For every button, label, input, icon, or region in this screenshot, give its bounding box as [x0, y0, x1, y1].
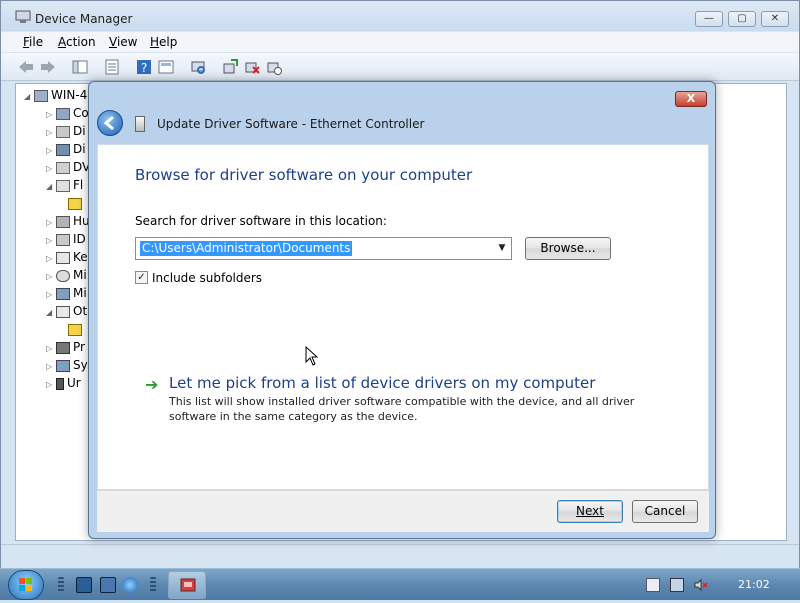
- processor-icon: [56, 341, 70, 354]
- tree-item[interactable]: ▷ Mi: [46, 268, 87, 282]
- tree-item[interactable]: ▷ Di: [46, 124, 86, 138]
- include-subfolders-checkbox[interactable]: ✓: [135, 271, 148, 284]
- menu-file[interactable]: File: [23, 35, 43, 49]
- mouse-icon: [56, 269, 70, 282]
- update-driver-icon[interactable]: [221, 58, 239, 76]
- menu-help[interactable]: Help: [150, 35, 177, 49]
- warning-icon: [68, 197, 82, 210]
- search-location-label: Search for driver software in this locat…: [135, 214, 387, 228]
- monitor-icon: [56, 287, 70, 300]
- tree-item[interactable]: ▷ Co: [46, 106, 89, 120]
- computer-icon: [56, 107, 70, 120]
- internet-explorer-icon[interactable]: [122, 577, 138, 593]
- tree-item[interactable]: ▷ Ke: [46, 250, 88, 264]
- minimize-button[interactable]: —: [695, 11, 723, 27]
- other-devices-icon: [56, 305, 70, 318]
- dialog-title: Update Driver Software - Ethernet Contro…: [157, 117, 425, 131]
- dialog-header: Update Driver Software - Ethernet Contro…: [97, 110, 709, 142]
- show-hide-tree-icon[interactable]: [71, 58, 89, 76]
- usb-icon: [56, 377, 64, 390]
- tree-item[interactable]: ◢ Ot: [46, 304, 87, 318]
- pick-from-list-description: This list will show installed driver sof…: [169, 395, 635, 423]
- back-button[interactable]: [97, 110, 123, 136]
- menu-view[interactable]: View: [109, 35, 137, 49]
- disable-device-icon[interactable]: [265, 58, 283, 76]
- windows-logo-icon: [19, 578, 32, 591]
- window-title: Device Manager: [35, 12, 133, 26]
- pick-from-list-link[interactable]: Let me pick from a list of device driver…: [169, 374, 595, 392]
- forward-arrow-icon[interactable]: [39, 58, 57, 76]
- taskbar-grip: [58, 577, 64, 593]
- mouse-cursor-icon: [305, 346, 319, 366]
- include-subfolders-label[interactable]: Include subfolders: [152, 271, 262, 285]
- ide-controller-icon: [56, 233, 70, 246]
- next-button[interactable]: Next: [557, 500, 623, 523]
- title-bar[interactable]: Device Manager — ▢ ✕: [1, 1, 799, 31]
- tree-item[interactable]: ▷ ID: [46, 232, 86, 246]
- tree-item[interactable]: ▷ Sy: [46, 358, 88, 372]
- browse-button[interactable]: Browse...: [525, 237, 611, 260]
- green-arrow-icon: ➔: [145, 375, 159, 394]
- help-icon[interactable]: ?: [135, 58, 153, 76]
- tree-item-warning[interactable]: [68, 196, 85, 210]
- dropdown-arrow-icon[interactable]: ▼: [495, 241, 509, 256]
- dialog-body: Browse for driver software on your compu…: [97, 144, 709, 490]
- back-arrow-icon[interactable]: [17, 58, 35, 76]
- device-manager-icon: [15, 10, 31, 23]
- status-bar: [1, 544, 799, 568]
- collapse-icon[interactable]: ◢: [24, 92, 34, 101]
- dialog-footer: Next Cancel: [97, 490, 709, 532]
- show-desktop-icon[interactable]: [76, 577, 92, 593]
- dvd-drive-icon: [56, 161, 70, 174]
- tree-item[interactable]: ▷ DV: [46, 160, 90, 174]
- tree-item[interactable]: ▷ Di: [46, 142, 86, 156]
- view-icon[interactable]: [157, 58, 175, 76]
- toolbar: ?: [1, 53, 799, 81]
- taskbar-grip: [150, 577, 156, 593]
- dialog-close-button[interactable]: X: [675, 91, 707, 107]
- system-devices-icon: [56, 359, 70, 372]
- properties-icon[interactable]: [103, 58, 121, 76]
- computer-icon: [34, 89, 48, 102]
- clock[interactable]: 21:02: [738, 578, 770, 591]
- display-adapter-icon: [56, 143, 70, 156]
- page-heading: Browse for driver software on your compu…: [135, 166, 473, 184]
- warning-icon: [68, 323, 82, 336]
- start-button[interactable]: [8, 570, 44, 600]
- back-arrow-icon: [103, 115, 114, 131]
- svg-text:?: ?: [141, 61, 147, 75]
- tree-item[interactable]: ◢ Fl: [46, 178, 83, 192]
- tree-item[interactable]: ▷ Pr: [46, 340, 85, 354]
- tree-item[interactable]: ▷ Mi: [46, 286, 87, 300]
- search-path-value[interactable]: C:\Users\Administrator\Documents: [140, 241, 353, 256]
- scan-hardware-icon[interactable]: [189, 58, 207, 76]
- search-path-combobox[interactable]: C:\Users\Administrator\Documents ▼: [135, 237, 512, 260]
- volume-muted-icon[interactable]: [694, 578, 708, 592]
- tree-root[interactable]: ◢ WIN-4: [24, 88, 87, 102]
- uninstall-icon[interactable]: [243, 58, 261, 76]
- device-icon: [135, 116, 145, 132]
- keyboard-icon: [56, 251, 70, 264]
- action-center-icon[interactable]: [646, 578, 660, 592]
- disk-drive-icon: [56, 125, 70, 138]
- taskbar-device-manager[interactable]: [168, 571, 206, 599]
- maximize-button[interactable]: ▢: [728, 11, 756, 27]
- tree-item[interactable]: ▷ Hu: [46, 214, 90, 228]
- tree-item-warning[interactable]: [68, 322, 85, 336]
- menu-action[interactable]: Action: [58, 35, 96, 49]
- close-window-button[interactable]: ✕: [761, 11, 789, 27]
- update-driver-dialog: X Update Driver Software - Ethernet Cont…: [88, 81, 716, 539]
- network-icon[interactable]: [670, 578, 684, 592]
- hid-icon: [56, 215, 70, 228]
- taskbar: 21:02: [0, 568, 800, 600]
- device-manager-icon: [180, 578, 196, 592]
- menu-bar: File Action View Help: [1, 32, 799, 52]
- cancel-button[interactable]: Cancel: [632, 500, 698, 523]
- switch-windows-icon[interactable]: [100, 577, 116, 593]
- tree-item[interactable]: ▷ Ur: [46, 376, 81, 390]
- floppy-icon: [56, 179, 70, 192]
